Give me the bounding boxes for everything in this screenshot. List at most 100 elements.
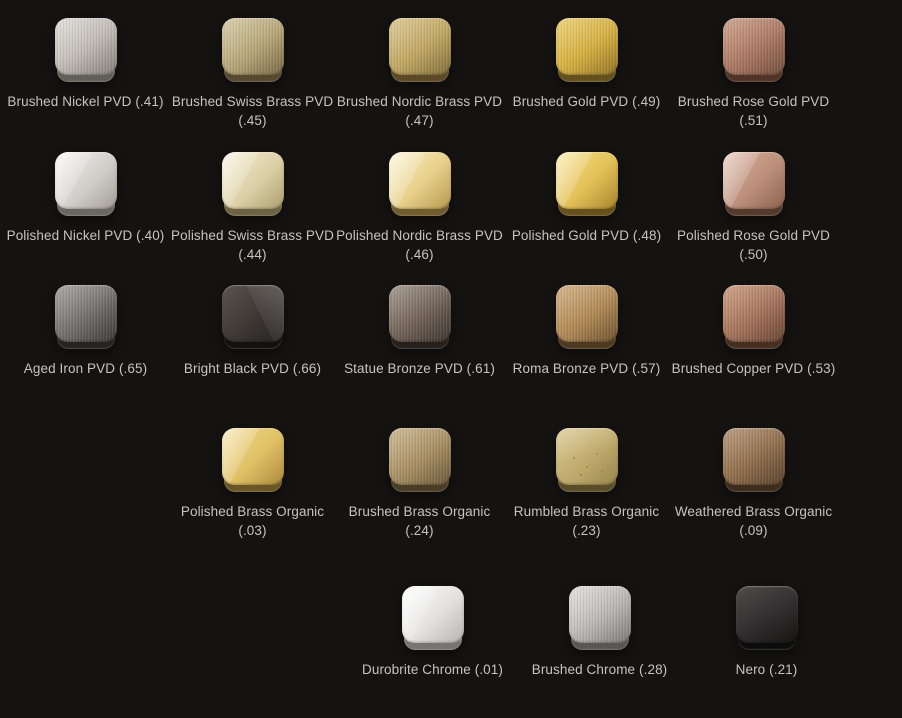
finish-label-line1: Brushed Brass Organic (.24) [336, 502, 503, 540]
finish-option-brushed-nickel[interactable]: Brushed Nickel PVD (.41) [2, 18, 169, 130]
finish-option-brushed-nordic-brass[interactable]: Brushed Nordic Brass PVD (.47) [336, 18, 503, 130]
finish-label: Polished Swiss Brass PVD (.44) [171, 226, 334, 264]
finish-swatch-image[interactable] [389, 152, 451, 216]
swatch-row: Brushed Nickel PVD (.41) Brushed Swiss B… [0, 18, 902, 130]
finish-option-brushed-brass-organic[interactable]: Brushed Brass Organic (.24) [336, 428, 503, 540]
swatch-face [222, 285, 284, 342]
swatch-face [736, 586, 798, 643]
swatch-face [556, 152, 618, 209]
finish-option-roma-bronze[interactable]: Roma Bronze PVD (.57) [503, 285, 670, 378]
finish-label: Brushed Nordic Brass PVD (.47) [337, 92, 502, 130]
finish-swatch-image[interactable] [402, 586, 464, 650]
swatch-face [723, 285, 785, 342]
swatch-face [222, 152, 284, 209]
finish-swatch-image[interactable] [222, 152, 284, 216]
swatch-row: Polished Nickel PVD (.40) Polished Swiss… [0, 152, 902, 264]
finish-label-line1: Brushed Rose Gold PVD (.51) [670, 92, 837, 130]
swatch-face [389, 285, 451, 342]
swatch-face [723, 152, 785, 209]
swatch-face [389, 428, 451, 485]
finish-swatch-image[interactable] [723, 152, 785, 216]
finish-swatch-image[interactable] [556, 152, 618, 216]
finish-label-line1: Brushed Nickel PVD (.41) [7, 92, 163, 111]
finish-option-polished-nickel[interactable]: Polished Nickel PVD (.40) [2, 152, 169, 264]
finish-label-line2: (.47) [337, 111, 502, 130]
finish-swatch-image[interactable] [55, 285, 117, 349]
finish-label-line1: Brushed Chrome (.28) [532, 660, 668, 679]
finish-swatch-image[interactable] [389, 285, 451, 349]
finish-swatch-image[interactable] [55, 152, 117, 216]
finish-swatch-image[interactable] [222, 18, 284, 82]
finish-swatch-image[interactable] [556, 285, 618, 349]
finish-label-line1: Polished Nordic Brass PVD [336, 226, 503, 245]
finish-label-line1: Brushed Copper PVD (.53) [672, 359, 836, 378]
finish-option-polished-gold[interactable]: Polished Gold PVD (.48) [503, 152, 670, 264]
finish-option-statue-bronze[interactable]: Statue Bronze PVD (.61) [336, 285, 503, 378]
finish-label: Statue Bronze PVD (.61) [344, 359, 495, 378]
finish-label: Weathered Brass Organic (.09) [675, 502, 832, 540]
finish-swatch-gallery: Brushed Nickel PVD (.41) Brushed Swiss B… [0, 18, 902, 718]
swatch-face [55, 152, 117, 209]
swatch-face [569, 586, 631, 643]
finish-label: Brushed Copper PVD (.53) [672, 359, 836, 378]
swatch-face [222, 428, 284, 485]
swatch-face [556, 285, 618, 342]
swatch-face [55, 18, 117, 75]
finish-option-aged-iron[interactable]: Aged Iron PVD (.65) [2, 285, 169, 378]
finish-label-line2: (.45) [172, 111, 333, 130]
finish-option-brushed-gold[interactable]: Brushed Gold PVD (.49) [503, 18, 670, 130]
finish-swatch-image[interactable] [55, 18, 117, 82]
finish-swatch-image[interactable] [723, 18, 785, 82]
finish-label-line1: Brushed Swiss Brass PVD [172, 92, 333, 111]
finish-label-line1: Durobrite Chrome (.01) [362, 660, 503, 679]
finish-swatch-image[interactable] [222, 285, 284, 349]
finish-label: Roma Bronze PVD (.57) [513, 359, 661, 378]
finish-label: Brushed Swiss Brass PVD (.45) [172, 92, 333, 130]
finish-label-line1: Polished Rose Gold PVD (.50) [670, 226, 837, 264]
finish-swatch-image[interactable] [389, 428, 451, 492]
finish-label: Bright Black PVD (.66) [184, 359, 321, 378]
finish-option-brushed-copper[interactable]: Brushed Copper PVD (.53) [670, 285, 837, 378]
finish-label: Durobrite Chrome (.01) [362, 660, 503, 679]
finish-label-line1: Polished Nickel PVD (.40) [7, 226, 165, 245]
finish-label-line2: (.09) [675, 521, 832, 540]
finish-label: Aged Iron PVD (.65) [24, 359, 147, 378]
finish-swatch-image[interactable] [736, 586, 798, 650]
finish-swatch-image[interactable] [723, 428, 785, 492]
finish-label: Polished Rose Gold PVD (.50) [670, 226, 837, 264]
finish-swatch-image[interactable] [723, 285, 785, 349]
finish-option-weathered-brass-organic[interactable]: Weathered Brass Organic (.09) [670, 428, 837, 540]
finish-option-polished-rose-gold[interactable]: Polished Rose Gold PVD (.50) [670, 152, 837, 264]
finish-label-line1: Aged Iron PVD (.65) [24, 359, 147, 378]
finish-swatch-image[interactable] [389, 18, 451, 82]
finish-swatch-image[interactable] [556, 18, 618, 82]
finish-label: Brushed Chrome (.28) [532, 660, 668, 679]
finish-label-line1: Brushed Nordic Brass PVD [337, 92, 502, 111]
finish-label-line2: (.46) [336, 245, 503, 264]
finish-swatch-image[interactable] [556, 428, 618, 492]
finish-label: Polished Nickel PVD (.40) [7, 226, 165, 245]
swatch-face [556, 428, 618, 485]
finish-option-nero[interactable]: Nero (.21) [683, 586, 850, 679]
swatch-face [402, 586, 464, 643]
swatch-face [556, 18, 618, 75]
finish-option-brushed-rose-gold[interactable]: Brushed Rose Gold PVD (.51) [670, 18, 837, 130]
swatch-face [222, 18, 284, 75]
finish-option-brushed-chrome[interactable]: Brushed Chrome (.28) [516, 586, 683, 679]
finish-label: Brushed Gold PVD (.49) [513, 92, 661, 111]
finish-option-durobrite-chrome[interactable]: Durobrite Chrome (.01) [349, 586, 516, 679]
finish-option-polished-nordic-brass[interactable]: Polished Nordic Brass PVD (.46) [336, 152, 503, 264]
finish-option-polished-brass-organic[interactable]: Polished Brass Organic (.03) [169, 428, 336, 540]
finish-label-line1: Polished Swiss Brass PVD [171, 226, 334, 245]
finish-option-rumbled-brass-organic[interactable]: Rumbled Brass Organic (.23) [503, 428, 670, 540]
finish-label-line1: Polished Gold PVD (.48) [512, 226, 661, 245]
finish-swatch-image[interactable] [569, 586, 631, 650]
finish-label-line1: Polished Brass Organic (.03) [169, 502, 336, 540]
finish-option-bright-black[interactable]: Bright Black PVD (.66) [169, 285, 336, 378]
finish-label: Brushed Brass Organic (.24) [336, 502, 503, 540]
finish-option-brushed-swiss-brass[interactable]: Brushed Swiss Brass PVD (.45) [169, 18, 336, 130]
finish-swatch-image[interactable] [222, 428, 284, 492]
finish-option-polished-swiss-brass[interactable]: Polished Swiss Brass PVD (.44) [169, 152, 336, 264]
swatch-face [389, 18, 451, 75]
finish-label: Polished Brass Organic (.03) [169, 502, 336, 540]
